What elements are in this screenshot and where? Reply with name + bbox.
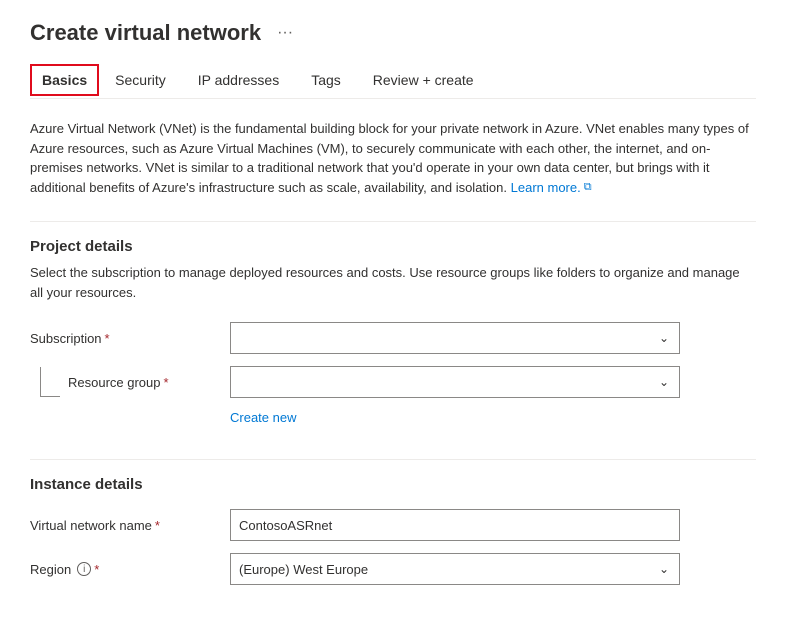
resource-group-dropdown[interactable]: ⌄ bbox=[230, 366, 680, 398]
vnet-name-required: * bbox=[155, 518, 160, 533]
instance-details-section: Instance details Virtual network name * … bbox=[30, 476, 756, 585]
chevron-down-icon-region: ⌄ bbox=[659, 562, 669, 576]
tab-basics[interactable]: Basics bbox=[30, 64, 99, 96]
vnet-name-group: Virtual network name * bbox=[30, 509, 756, 541]
resource-group-group: Resource group * ⌄ bbox=[30, 366, 756, 398]
region-group: Region i * (Europe) West Europe ⌄ bbox=[30, 553, 756, 585]
external-link-icon: ⧉ bbox=[584, 179, 592, 196]
section-divider-1 bbox=[30, 221, 756, 222]
page-header: Create virtual network ··· bbox=[30, 20, 756, 46]
create-new-link[interactable]: Create new bbox=[230, 410, 296, 425]
vnet-description: Azure Virtual Network (VNet) is the fund… bbox=[30, 119, 750, 197]
subscription-required: * bbox=[105, 331, 110, 346]
tab-security[interactable]: Security bbox=[99, 62, 182, 98]
tab-tags[interactable]: Tags bbox=[295, 62, 357, 98]
subscription-group: Subscription * ⌄ bbox=[30, 322, 756, 354]
info-icon[interactable]: i bbox=[77, 562, 91, 576]
subscription-label: Subscription * bbox=[30, 331, 230, 346]
instance-details-title: Instance details bbox=[30, 476, 756, 493]
subscription-dropdown[interactable]: ⌄ bbox=[230, 322, 680, 354]
rg-connector-line bbox=[40, 367, 60, 397]
rg-indent: Resource group * bbox=[30, 367, 230, 397]
section-divider-2 bbox=[30, 459, 756, 460]
region-required: * bbox=[94, 562, 99, 577]
project-details-desc: Select the subscription to manage deploy… bbox=[30, 263, 750, 302]
tabs-navigation: Basics Security IP addresses Tags Review… bbox=[30, 62, 756, 99]
project-details-section: Project details Select the subscription … bbox=[30, 238, 756, 443]
project-details-title: Project details bbox=[30, 238, 756, 255]
resource-group-required: * bbox=[164, 375, 169, 390]
vnet-name-label: Virtual network name * bbox=[30, 518, 230, 533]
vnet-name-input[interactable] bbox=[230, 509, 680, 541]
ellipsis-button[interactable]: ··· bbox=[271, 22, 299, 44]
region-dropdown[interactable]: (Europe) West Europe ⌄ bbox=[230, 553, 680, 585]
learn-more-link[interactable]: Learn more. ⧉ bbox=[511, 178, 592, 198]
chevron-down-icon: ⌄ bbox=[659, 331, 669, 345]
tab-review-create[interactable]: Review + create bbox=[357, 62, 490, 98]
chevron-down-icon-rg: ⌄ bbox=[659, 375, 669, 389]
resource-group-label: Resource group * bbox=[68, 375, 169, 390]
page-title: Create virtual network bbox=[30, 20, 261, 46]
region-label: Region i * bbox=[30, 562, 230, 577]
tab-ip-addresses[interactable]: IP addresses bbox=[182, 62, 295, 98]
